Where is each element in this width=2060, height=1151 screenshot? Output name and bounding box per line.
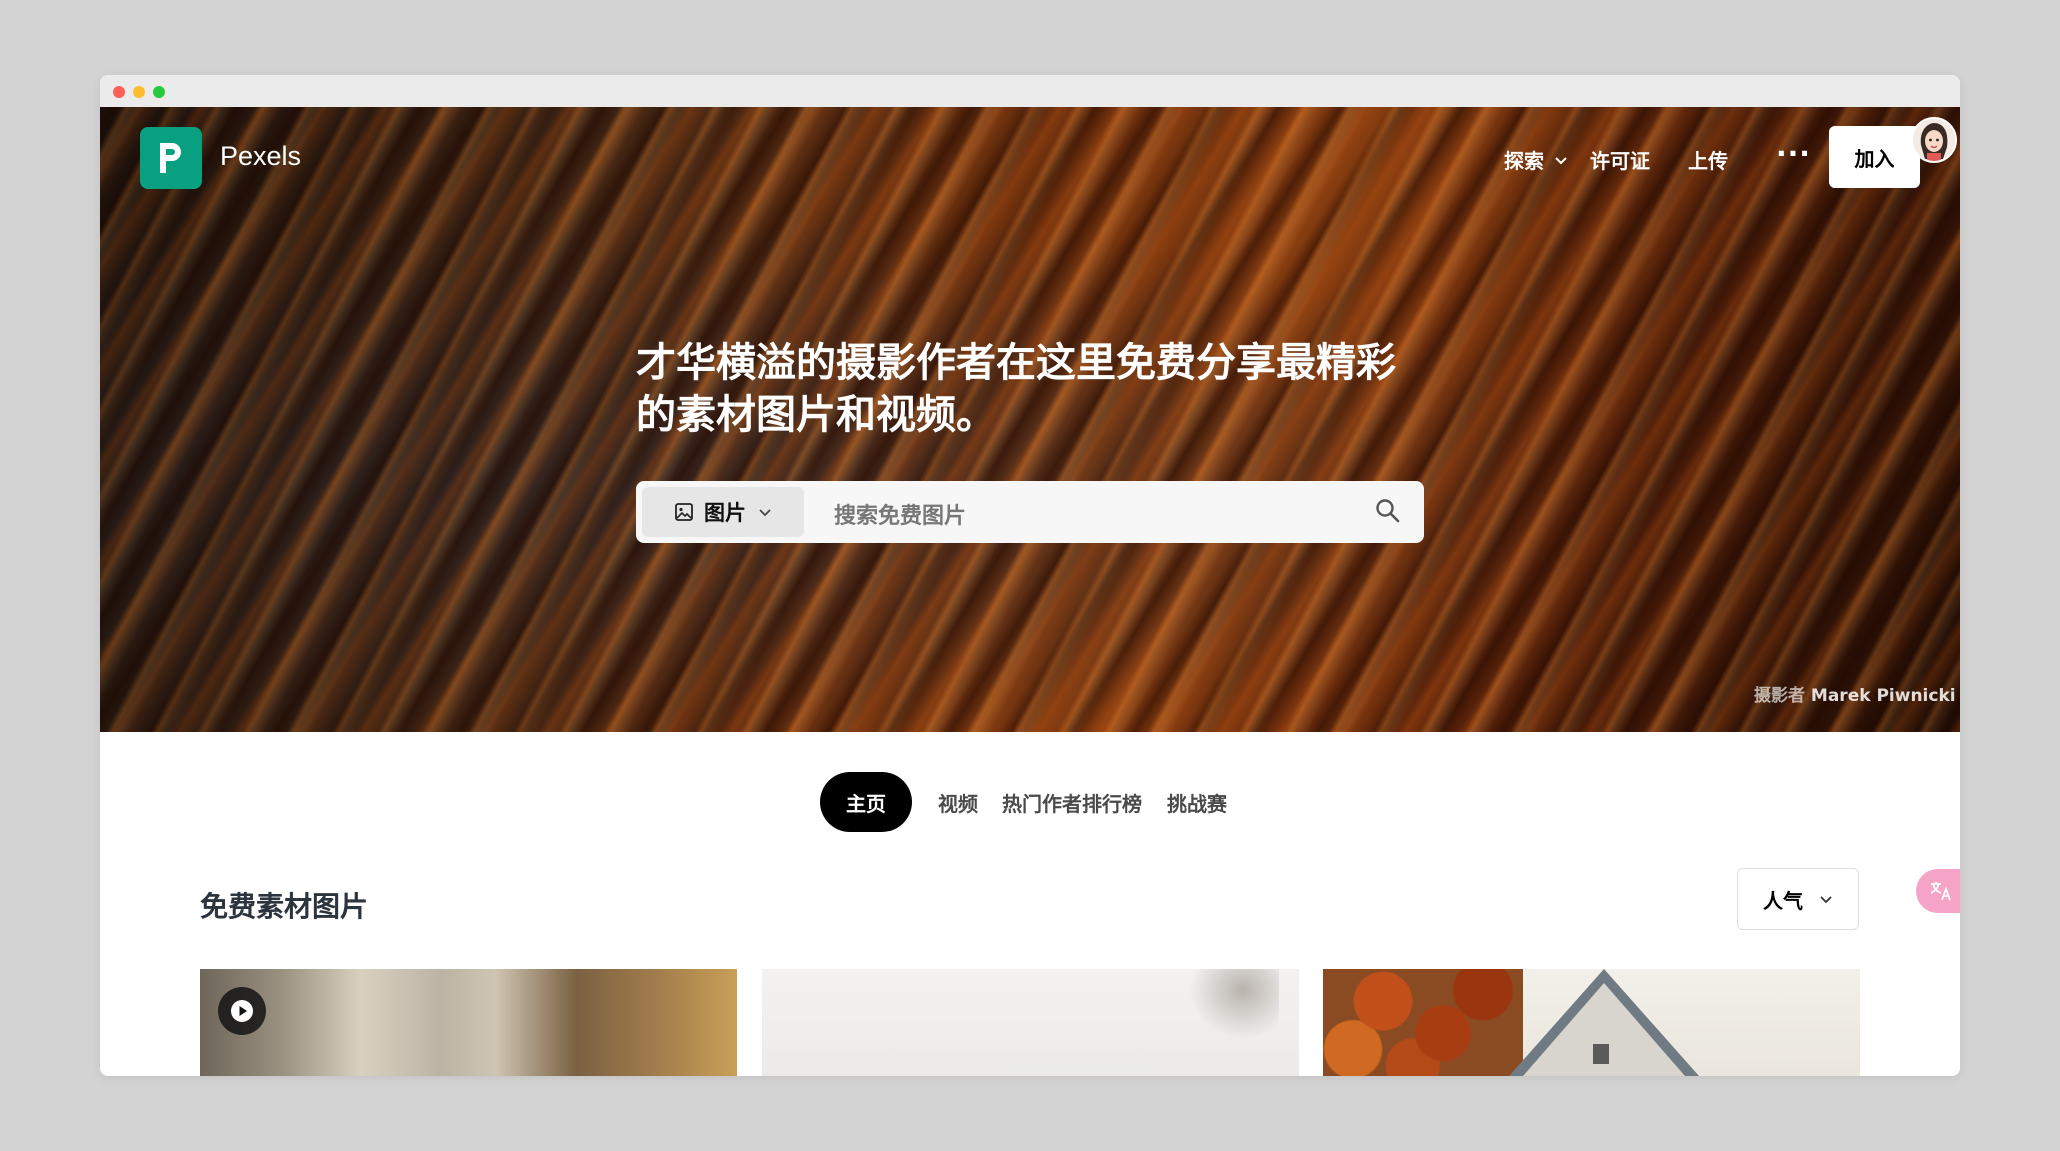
avatar-icon: [1913, 119, 1955, 161]
tab-home[interactable]: 主页: [820, 772, 912, 832]
window-titlebar: [100, 75, 1960, 108]
photo-credit[interactable]: 摄影者 Marek Piwnicki: [1754, 681, 1956, 706]
hero-banner: Pexels 探索 许可证 上传 ··· 加入 才华横溢的摄影作者在这里免费分享…: [100, 107, 1960, 732]
close-window-button[interactable]: [113, 86, 125, 98]
brand-name[interactable]: Pexels: [220, 141, 301, 172]
avatar[interactable]: [1911, 117, 1957, 163]
chevron-down-icon: [1555, 156, 1567, 164]
photo-card[interactable]: [1323, 969, 1860, 1076]
search-icon: [1376, 499, 1400, 523]
photo-card[interactable]: [762, 969, 1299, 1076]
sort-select-label: 人气: [1763, 888, 1803, 913]
photo-credit-name: Marek Piwnicki: [1810, 686, 1956, 706]
chevron-down-icon: [1820, 896, 1832, 904]
tab-videos[interactable]: 视频: [936, 772, 980, 832]
tab-leaderboard[interactable]: 热门作者排行榜: [1001, 772, 1143, 832]
photo-credit-prefix: 摄影者: [1754, 686, 1805, 706]
play-button[interactable]: [218, 987, 266, 1035]
more-menu-button[interactable]: ···: [1776, 137, 1811, 170]
translate-button[interactable]: [1916, 869, 1960, 913]
sort-select[interactable]: 人气: [1737, 868, 1859, 930]
nav-upload[interactable]: 上传: [1688, 145, 1728, 174]
search-bar: 图片 搜索免费图片: [636, 481, 1424, 543]
hero-headline: 才华横溢的摄影作者在这里免费分享最精彩 的素材图片和视频。: [636, 337, 1436, 441]
translate-icon: [1930, 882, 1951, 901]
search-type-label: 图片: [704, 501, 746, 525]
search-input[interactable]: 搜索免费图片: [834, 498, 966, 530]
pexels-logo[interactable]: [140, 127, 202, 189]
search-button[interactable]: [1374, 497, 1402, 529]
tab-challenges[interactable]: 挑战赛: [1166, 772, 1228, 832]
join-button[interactable]: 加入: [1829, 126, 1920, 188]
hero-headline-line1: 才华横溢的摄影作者在这里免费分享最精彩: [636, 340, 1396, 386]
house-window-image: [1593, 1044, 1609, 1064]
section-title: 免费素材图片: [200, 890, 369, 923]
nav-license[interactable]: 许可证: [1590, 145, 1650, 174]
autumn-leaves-image: [1323, 969, 1523, 1076]
hero-headline-line2: 的素材图片和视频。: [636, 392, 996, 438]
pexels-logo-icon: [160, 143, 181, 173]
photo-card[interactable]: [200, 969, 737, 1076]
main-tabs: 主页 视频 热门作者排行榜 挑战赛: [100, 772, 1960, 834]
image-icon: [675, 503, 693, 521]
play-icon: [231, 1000, 253, 1022]
maximize-window-button[interactable]: [153, 86, 165, 98]
search-type-select[interactable]: 图片: [642, 487, 804, 537]
minimize-window-button[interactable]: [133, 86, 145, 98]
nav-explore[interactable]: 探索: [1504, 145, 1568, 174]
chevron-down-icon: [759, 509, 771, 517]
browser-window: Pexels 探索 许可证 上传 ··· 加入 才华横溢的摄影作者在这里免费分享…: [100, 75, 1960, 1076]
nav-explore-label: 探索: [1504, 149, 1544, 173]
